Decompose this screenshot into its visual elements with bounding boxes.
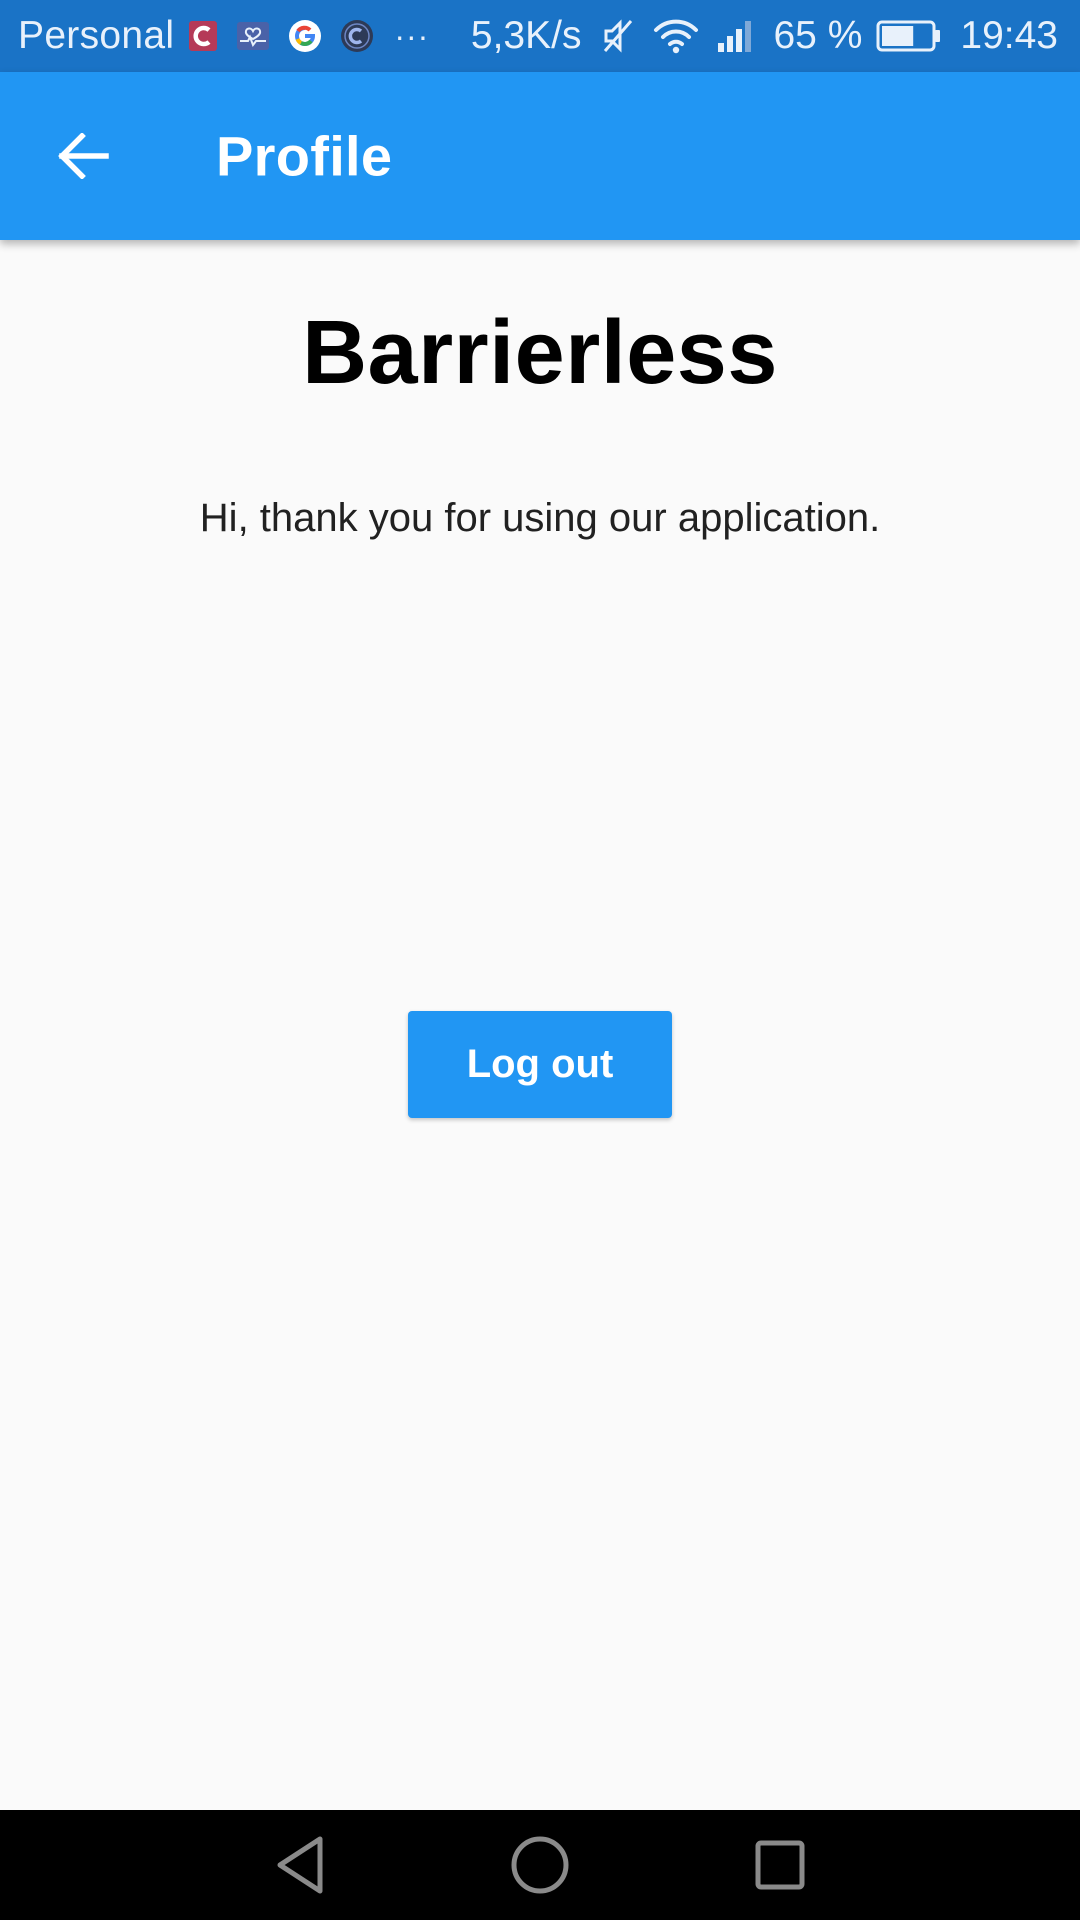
logout-button[interactable]: Log out bbox=[408, 1011, 672, 1118]
battery-percent: 65 % bbox=[773, 14, 863, 57]
nav-home-button[interactable] bbox=[500, 1825, 580, 1905]
status-time: 19:43 bbox=[960, 14, 1058, 57]
network-speed: 5,3K/s bbox=[470, 14, 582, 57]
status-bar: Personal ··· 5,3K/s 65 % 19:43 bbox=[0, 0, 1080, 72]
profile-screen: Personal ··· 5,3K/s 65 % 19:43 Profile B… bbox=[0, 0, 1080, 1920]
recents-square-icon bbox=[755, 1840, 805, 1890]
carrier-name: Personal bbox=[18, 14, 175, 57]
mute-icon bbox=[601, 17, 635, 55]
wifi-icon bbox=[653, 18, 699, 54]
page-title: Profile bbox=[216, 124, 393, 188]
battery-icon bbox=[876, 19, 942, 53]
signal-strength-icon bbox=[717, 19, 755, 53]
c-circle-app-icon bbox=[340, 19, 374, 53]
more-notifications-indicator: ··· bbox=[394, 17, 430, 54]
main-content: Barrierless Hi, thank you for using our … bbox=[0, 240, 1080, 1810]
system-navigation-bar bbox=[0, 1810, 1080, 1920]
arrow-left-icon bbox=[58, 133, 109, 179]
health-app-icon bbox=[236, 20, 270, 52]
back-triangle-icon bbox=[277, 1836, 323, 1894]
nav-back-button[interactable] bbox=[260, 1825, 340, 1905]
home-circle-icon bbox=[511, 1836, 569, 1894]
status-bar-right: 5,3K/s 65 % 19:43 bbox=[471, 14, 1058, 58]
app-bar: Profile bbox=[0, 72, 1080, 240]
nav-recents-button[interactable] bbox=[740, 1825, 820, 1905]
back-button[interactable] bbox=[42, 114, 126, 198]
status-bar-left: Personal ··· bbox=[18, 14, 429, 58]
welcome-message: Hi, thank you for using our application. bbox=[199, 496, 881, 540]
brand-title: Barrierless bbox=[302, 303, 778, 403]
c-app-icon bbox=[188, 20, 218, 52]
google-icon bbox=[288, 19, 322, 53]
